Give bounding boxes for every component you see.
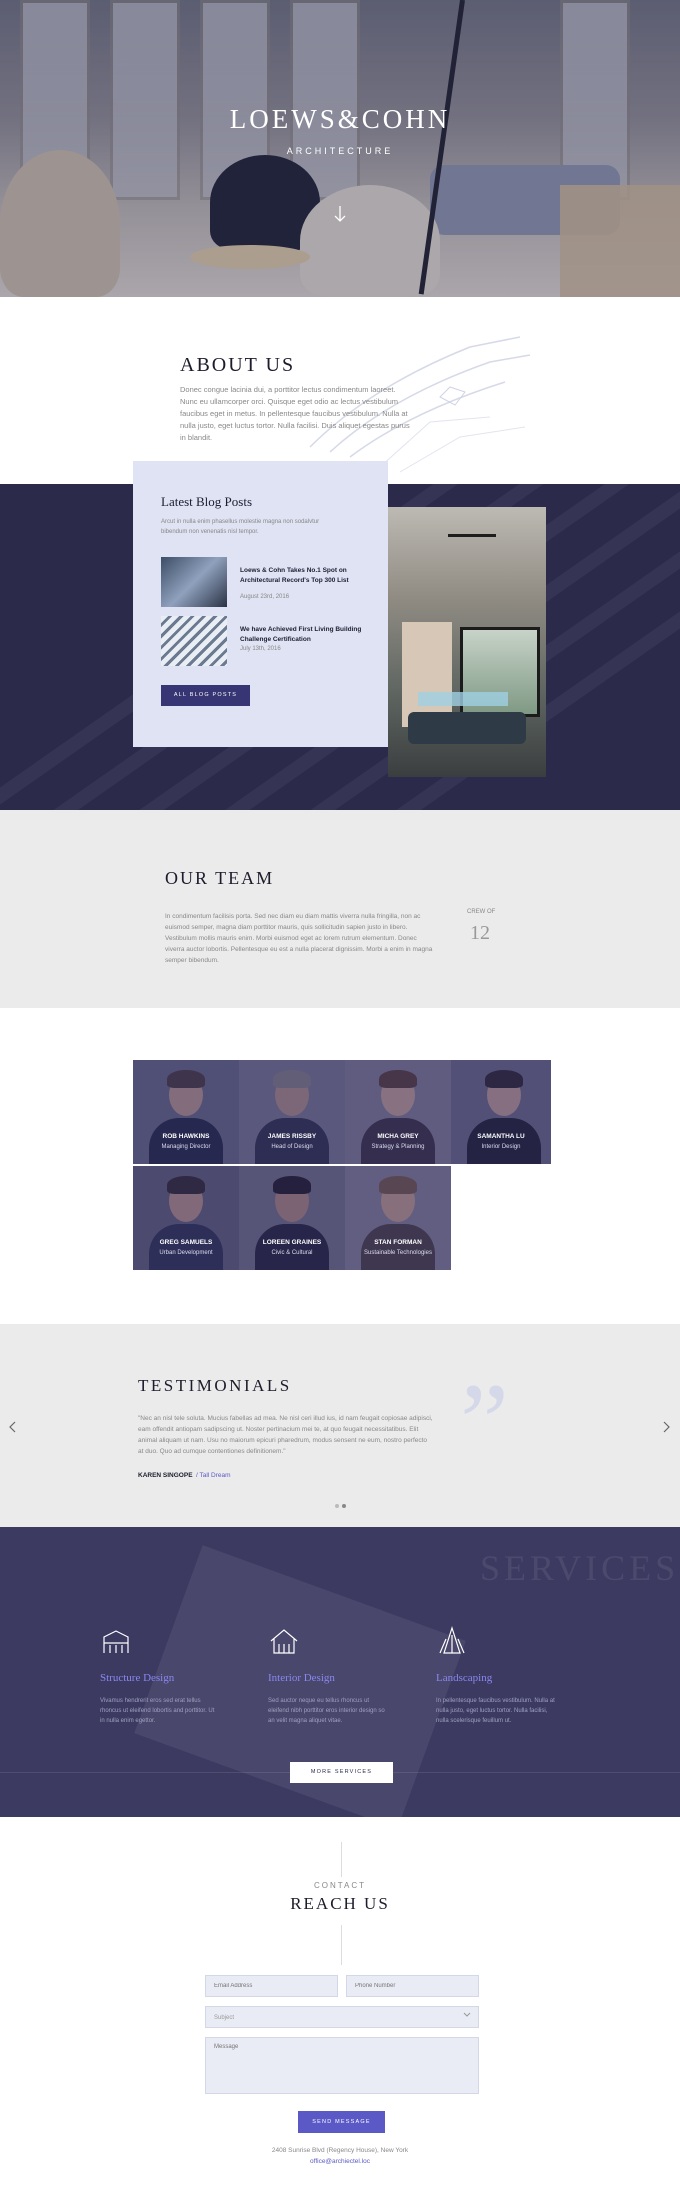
arrow-down-icon[interactable]: [332, 205, 348, 225]
about-title: ABOUT US: [180, 354, 296, 376]
ceiling-fan-decoration: [448, 534, 496, 537]
interior-photo: [388, 507, 546, 777]
member-name: SAMANTHA LU: [477, 1133, 525, 1140]
post-title[interactable]: Loews & Cohn Takes No.1 Spot on Architec…: [240, 566, 375, 586]
divider: [341, 1925, 342, 1965]
testimonials-title: TESTIMONIALS: [138, 1376, 292, 1395]
blog-section: Latest Blog Posts Arcut in nulla enim ph…: [0, 287, 680, 1115]
house-icon: [270, 1629, 298, 1654]
member-role: Head of Design: [271, 1144, 313, 1150]
team-text: In condimentum facilisis porta. Sed nec …: [165, 913, 433, 964]
subject-select[interactable]: Subject: [205, 2006, 479, 2028]
brand-title: LOEWS&COHN: [229, 104, 451, 134]
couch-decoration: [408, 712, 526, 744]
post-title[interactable]: We have Achieved First Living Building C…: [240, 625, 375, 645]
crew-count: 12: [470, 922, 490, 944]
slider-dot[interactable]: [335, 1504, 339, 1508]
member-role: Civic & Cultural: [271, 1250, 313, 1256]
team-member-card[interactable]: LOREEN GRAINES Civic & Cultural: [239, 1166, 345, 1270]
slider-dot-active[interactable]: [342, 1504, 346, 1508]
more-services-button[interactable]: MORE SERVICES: [290, 1762, 393, 1783]
team-member-card[interactable]: SAMANTHA LU Interior Design: [451, 1060, 551, 1164]
chevron-left-icon[interactable]: [9, 1421, 17, 1436]
member-name: JAMES RISSBY: [267, 1133, 317, 1140]
member-name: GREG SAMUELS: [159, 1239, 213, 1246]
brand-tagline: ARCHITECTURE: [286, 146, 394, 156]
message-field[interactable]: [205, 2037, 479, 2094]
post-date: July 13th, 2016: [240, 646, 281, 652]
email-field[interactable]: [205, 1975, 338, 1997]
chevron-down-icon[interactable]: [463, 2006, 471, 2028]
testimonials-section: TESTIMONIALS ” "Nec an nisl tele soluta.…: [0, 1324, 680, 1527]
all-blog-posts-button[interactable]: ALL BLOG POSTS: [161, 685, 250, 706]
member-role: Sustainable Technologies: [364, 1250, 432, 1256]
post-thumbnail[interactable]: [161, 557, 227, 607]
testimonial-quote: "Nec an nisl tele soluta. Mucius fabella…: [138, 1415, 433, 1455]
member-name: ROB HAWKINS: [162, 1133, 210, 1140]
blog-post-item[interactable]: Loews & Cohn Takes No.1 Spot on Architec…: [161, 557, 371, 609]
team-member-card[interactable]: JAMES RISSBY Head of Design: [239, 1060, 345, 1164]
team-member-card[interactable]: STAN FORMAN Sustainable Technologies: [345, 1166, 451, 1270]
testimonial-author: KAREN SINGOPE: [138, 1472, 193, 1479]
address: 2408 Sunrise Blvd (Regency House), New Y…: [271, 2147, 409, 2154]
member-role: Urban Development: [159, 1250, 213, 1256]
service-title[interactable]: Interior Design: [268, 1672, 335, 1684]
testimonial-company[interactable]: / Tall Dream: [196, 1472, 231, 1479]
quote-icon: ”: [460, 1361, 509, 1483]
member-role: Interior Design: [481, 1144, 521, 1150]
team-member-card[interactable]: GREG SAMUELS Urban Development: [133, 1166, 239, 1270]
team-title: OUR TEAM: [165, 868, 275, 888]
member-name: LOREEN GRAINES: [262, 1239, 322, 1246]
email-link[interactable]: office@archiectel.loc: [0, 2158, 680, 2165]
post-date: August 23rd, 2016: [240, 594, 290, 600]
contact-section: CONTACT REACH US Subject SEND MESSAGE 24…: [0, 1817, 680, 2176]
phone-field[interactable]: [346, 1975, 479, 1997]
team-grid-section: ROB HAWKINS Managing Director JAMES RISS…: [0, 1008, 680, 1324]
team-intro-section: OUR TEAM In condimentum facilisis porta.…: [0, 810, 680, 1008]
trees-icon: [439, 1626, 465, 1654]
send-message-button[interactable]: SEND MESSAGE: [298, 2111, 385, 2133]
service-title[interactable]: Landscaping: [436, 1672, 492, 1684]
member-name: MICHA GREY: [377, 1133, 419, 1140]
member-role: Managing Director: [161, 1144, 211, 1150]
team-member-card[interactable]: ROB HAWKINS Managing Director: [133, 1060, 239, 1164]
member-role: Strategy & Planning: [371, 1144, 425, 1150]
services-background-text: SERVICES: [480, 1548, 680, 1588]
member-name: STAN FORMAN: [374, 1239, 422, 1246]
building-icon: [103, 1630, 129, 1653]
hero-section: LOEWS&COHN ARCHITECTURE: [0, 0, 680, 297]
pool-decoration: [418, 692, 508, 706]
blog-card: Latest Blog Posts Arcut in nulla enim ph…: [133, 461, 388, 747]
blog-post-item[interactable]: We have Achieved First Living Building C…: [161, 616, 371, 668]
service-title[interactable]: Structure Design: [100, 1672, 174, 1684]
service-text: Sed auctor neque eu tellus rhoncus ut el…: [268, 1698, 385, 1724]
services-section: SERVICES Structure Design Vivamus hendre…: [0, 1527, 680, 1817]
service-text: In pellentesque faucibus vestibulum. Nul…: [436, 1698, 555, 1724]
divider: [341, 1842, 342, 1877]
chevron-right-icon[interactable]: [662, 1421, 670, 1436]
crew-label: CREW OF: [467, 909, 496, 915]
service-text: Vivamus hendrerit eros sed erat tellus r…: [100, 1698, 215, 1724]
contact-title: REACH US: [290, 1894, 390, 1913]
contact-label: CONTACT: [313, 1881, 367, 1890]
blog-title: Latest Blog Posts: [161, 494, 253, 509]
about-text: Donec congue lacinia dui, a porttitor le…: [180, 385, 410, 442]
post-thumbnail[interactable]: [161, 616, 227, 666]
team-member-card[interactable]: MICHA GREY Strategy & Planning: [345, 1060, 451, 1164]
blog-intro: Arcut in nulla enim phasellus molestie m…: [161, 519, 320, 535]
